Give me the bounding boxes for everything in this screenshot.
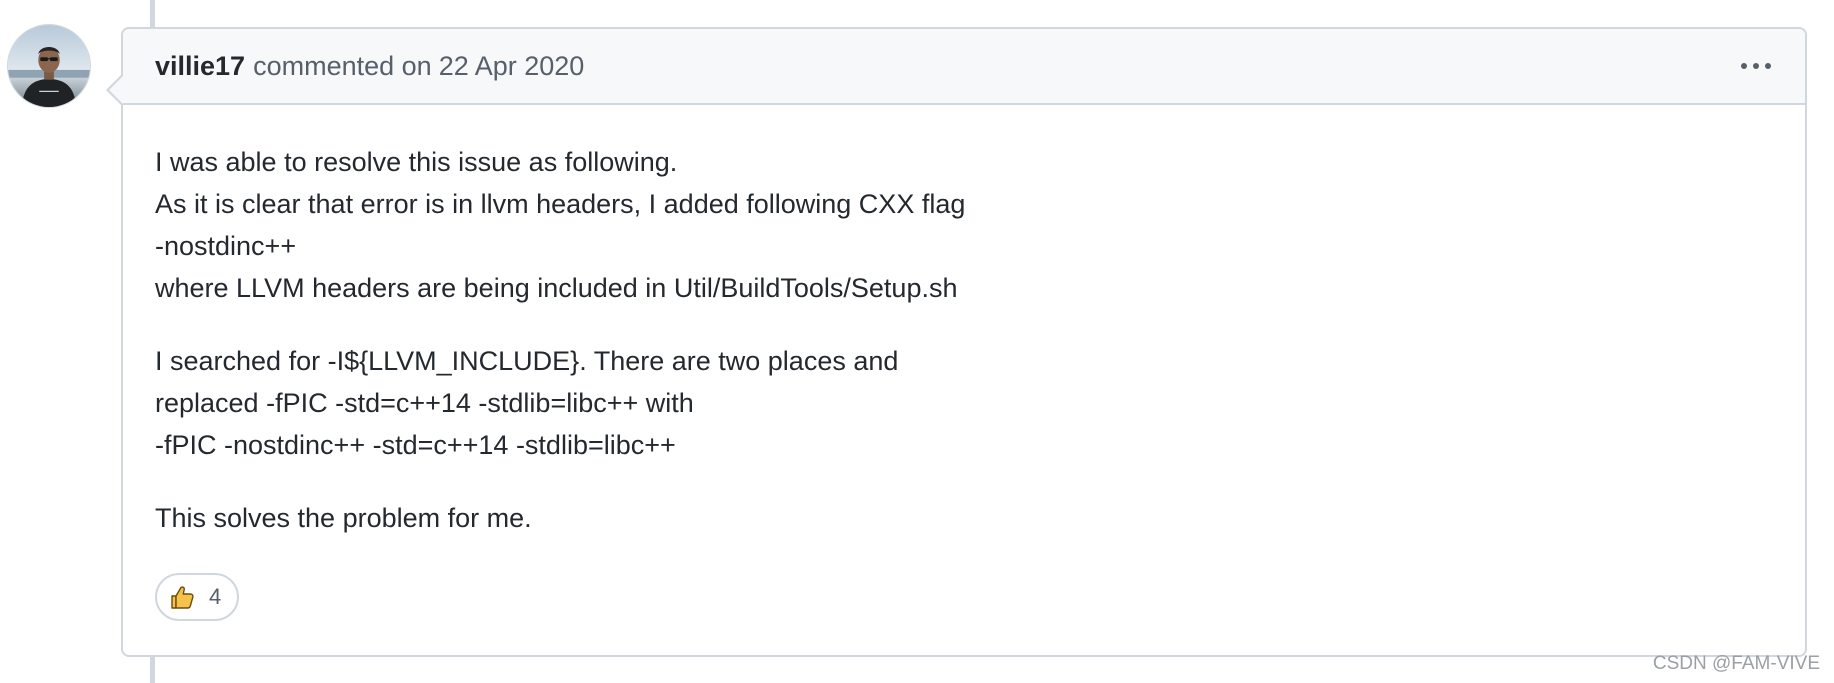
avatar-photo-icon	[8, 25, 90, 107]
kebab-dot	[1765, 63, 1771, 69]
watermark-text: CSDN @FAM-VIVE	[1652, 653, 1820, 674]
issue-timeline: villie17 commented on 22 Apr 2020 I was …	[0, 0, 1834, 683]
comment-action-text: commented on	[253, 50, 432, 81]
comment-options-button[interactable]	[1737, 55, 1775, 77]
reaction-count: 4	[209, 584, 222, 609]
comment-line: This solves the problem for me.	[155, 503, 532, 533]
comment-line: where LLVM headers are being included in…	[155, 273, 958, 303]
comment-paragraph: I searched for -I${LLVM_INCLUDE}. There …	[155, 340, 1773, 466]
comment-line: I searched for -I${LLVM_INCLUDE}. There …	[155, 346, 899, 376]
comment-header: villie17 commented on 22 Apr 2020	[123, 29, 1805, 105]
author-name-link[interactable]: villie17	[155, 51, 245, 82]
comment-paragraph: This solves the problem for me.	[155, 497, 1773, 539]
kebab-dot	[1741, 63, 1747, 69]
comment-line: I was able to resolve this issue as foll…	[155, 147, 678, 177]
comment-line: replaced -fPIC -std=c++14 -stdlib=libc++…	[155, 388, 694, 418]
comment-body: I was able to resolve this issue as foll…	[123, 105, 1805, 539]
comment-line: -nostdinc++	[155, 231, 297, 261]
kebab-dot	[1753, 63, 1759, 69]
author-avatar[interactable]	[7, 24, 91, 108]
comment-timestamp-link[interactable]: 22 Apr 2020	[439, 51, 585, 82]
comment-box: villie17 commented on 22 Apr 2020 I was …	[106, 27, 1807, 657]
comment-line: -fPIC -nostdinc++ -std=c++14 -stdlib=lib…	[155, 430, 676, 460]
thumbs-up-icon	[171, 586, 194, 609]
thumbs-up-reaction-button[interactable]: 4	[155, 573, 240, 621]
comment-line: As it is clear that error is in llvm hea…	[155, 189, 966, 219]
comment-paragraph: I was able to resolve this issue as foll…	[155, 141, 1773, 309]
